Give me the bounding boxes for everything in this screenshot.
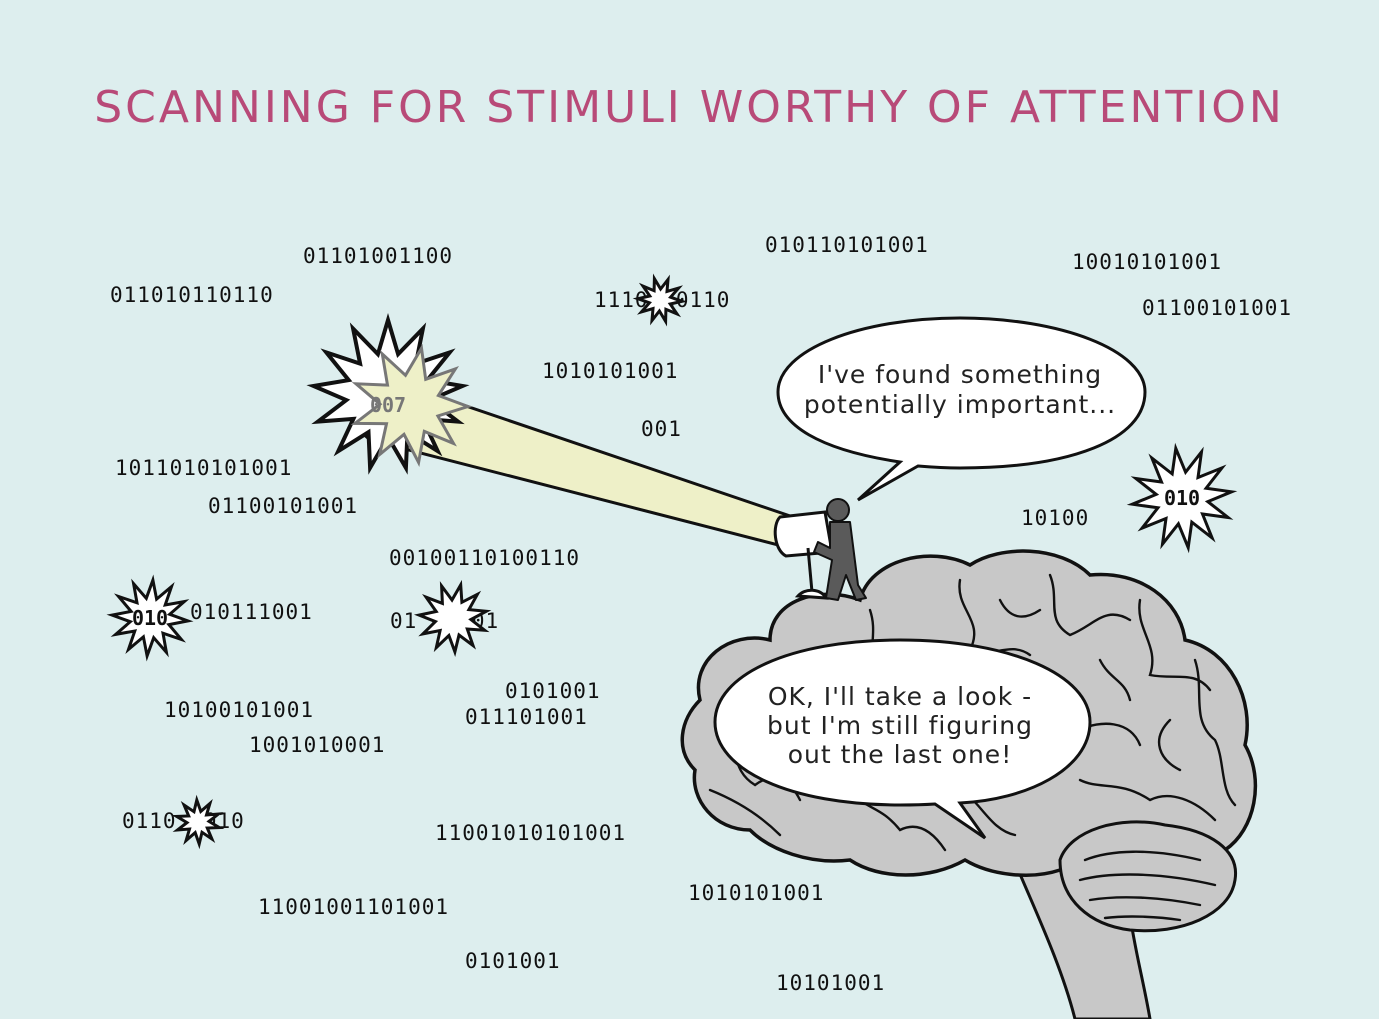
diagram-canvas: 01101001100 011010110110 010110101001 10010… [106, 233, 1292, 1019]
binary-string: 11001001101001 [258, 895, 449, 919]
speech-bubble-line: but I'm still figuring [767, 711, 1033, 740]
binary-string: 010110101001 [765, 233, 929, 257]
burst-label: 010 [1164, 486, 1200, 510]
binary-string: 010111001 [190, 600, 313, 624]
speech-bubble-bottom-text: OK, I'll take a look -but I'm still figu… [767, 682, 1033, 769]
speech-bubble-line: I've found something [818, 360, 1102, 389]
binary-string: 1011010101001 [115, 456, 292, 480]
starburst-icon: 010 [1126, 442, 1238, 554]
speech-bubble-top: I've found something potentially importan… [776, 316, 1147, 502]
speech-bubble-line: potentially important... [804, 390, 1116, 419]
speech-bubble-line: out the last one! [788, 740, 1012, 769]
binary-string: 0101001 [465, 949, 561, 973]
starburst-icon: 010 [106, 574, 194, 662]
binary-string: 10100 [1021, 506, 1089, 530]
binary-string: 1001010001 [249, 733, 385, 757]
burst-label: 007 [370, 393, 406, 417]
binary-string: 001 [641, 417, 682, 441]
speech-bubble-line: OK, I'll take a look - [768, 682, 1032, 711]
illustration: SCANNING FOR STIMULI WORTHY OF ATTENTION [0, 0, 1379, 1019]
speech-bubble-top-text: I've found something potentially importan… [804, 360, 1116, 419]
binary-string: 1010101001 [688, 881, 824, 905]
binary-string: 1010101001 [542, 359, 678, 383]
burst-label: 010 [132, 606, 168, 630]
binary-string: 10100101001 [164, 698, 314, 722]
binary-string: 011101001 [465, 705, 588, 729]
binary-string: 11001010101001 [435, 821, 626, 845]
binary-string: 01100101001 [208, 494, 358, 518]
binary-string: 00100110100110 [389, 546, 580, 570]
starburst-icon [632, 273, 688, 327]
binary-string: 011010110110 [110, 283, 274, 307]
binary-string: 01100101001 [1142, 296, 1292, 320]
binary-string: 10010101001 [1072, 250, 1222, 274]
binary-string: 0101001 [505, 679, 601, 703]
binary-string: 01101001100 [303, 244, 453, 268]
binary-string: 10101001 [776, 971, 885, 995]
